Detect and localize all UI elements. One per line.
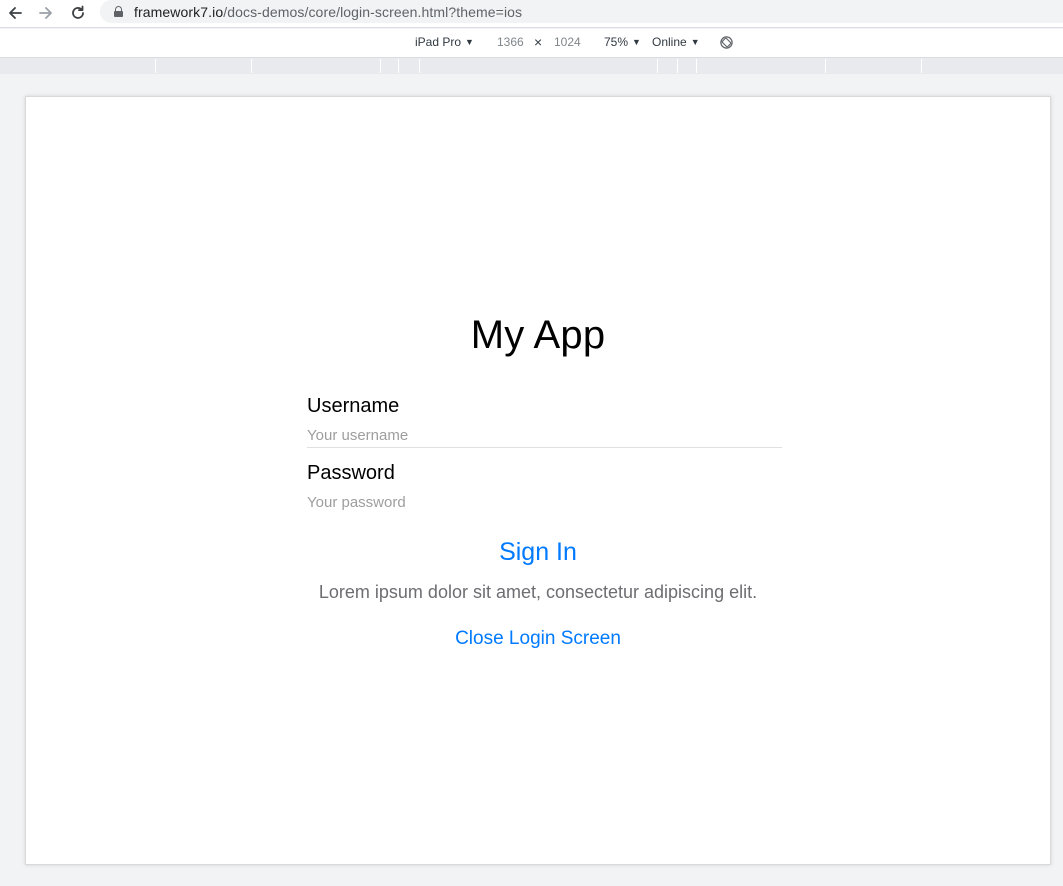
username-input[interactable] [307,421,782,449]
height-field[interactable]: 1024 [554,35,581,49]
reload-icon[interactable] [66,2,90,24]
device-viewport: My App Username Password Sign In Lorem i… [25,96,1051,865]
password-field: Password [307,456,782,523]
sign-in-button[interactable]: Sign In [26,538,1050,567]
address-bar[interactable]: framework7.io/docs-demos/core/login-scre… [100,0,1063,23]
password-label: Password [307,462,395,484]
password-input[interactable] [307,488,782,516]
dimension-separator: × [534,34,543,50]
zoom-select[interactable]: 75% ▼ [604,35,641,49]
caret-down-icon: ▼ [465,37,474,47]
url-text: framework7.io/docs-demos/core/login-scre… [134,3,523,20]
login-screen-title: My App [470,313,606,357]
username-field: Username [307,389,782,456]
forward-icon[interactable] [34,2,58,24]
lock-icon [114,6,123,17]
login-form: Username Password [307,389,782,523]
username-label: Username [307,395,400,417]
network-select[interactable]: Online ▼ [652,35,700,49]
block-footer-text: Lorem ipsum dolor sit amet, consectetur … [318,582,758,602]
rotate-icon[interactable] [719,35,734,50]
close-login-screen-link[interactable]: Close Login Screen [26,628,1050,650]
back-icon[interactable] [3,2,27,24]
width-field[interactable]: 1366 [497,35,524,49]
caret-down-icon: ▼ [690,37,700,47]
device-select[interactable]: iPad Pro ▼ [415,35,474,49]
media-query-bar[interactable] [0,58,1063,74]
divider [307,447,782,448]
caret-down-icon: ▼ [632,37,641,47]
browser-toolbar: framework7.io/docs-demos/core/login-scre… [0,0,1063,28]
device-toolbar: iPad Pro ▼ 1366 × 1024 75% ▼ Online ▼ [0,29,1063,58]
